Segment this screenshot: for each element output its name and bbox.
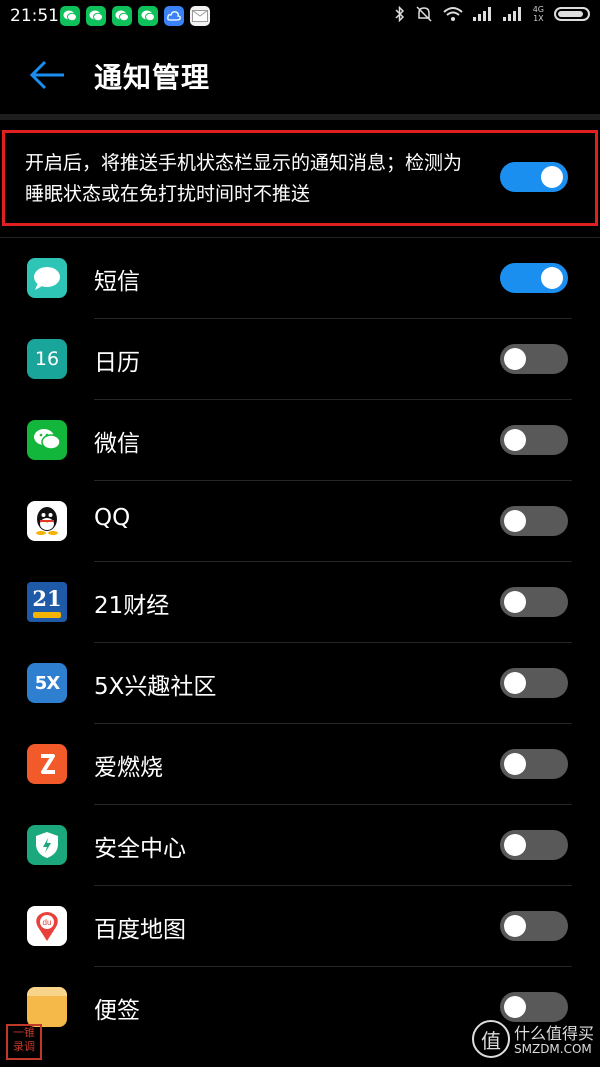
baidu-map-icon: du xyxy=(27,906,67,946)
5x-badge: 5X xyxy=(34,672,60,694)
app-toggle[interactable] xyxy=(500,263,568,293)
back-button[interactable] xyxy=(28,56,68,96)
toggle-knob xyxy=(504,510,526,532)
sim-label: 1X xyxy=(533,14,544,23)
status-time: 21:51 xyxy=(10,6,59,26)
watermark-smzdm: 值 什么值得买 SMZDM.COM xyxy=(472,1018,596,1060)
toggle-knob xyxy=(541,267,563,289)
app-toggle[interactable] xyxy=(500,749,568,779)
toggle-knob xyxy=(504,996,526,1018)
toggle-knob xyxy=(504,591,526,613)
app-toggle[interactable] xyxy=(500,830,568,860)
app-name: 爱燃烧 xyxy=(94,755,163,781)
calendar-badge: 16 xyxy=(34,348,60,370)
smzdm-logo-icon: 值 xyxy=(472,1020,510,1058)
master-toggle[interactable] xyxy=(500,162,568,192)
app-name: QQ xyxy=(94,505,131,531)
app-toggle[interactable] xyxy=(500,506,568,536)
wechat-icon xyxy=(86,6,106,26)
toggle-knob xyxy=(504,672,526,694)
calendar-icon: 16 xyxy=(27,339,67,379)
back-arrow-icon xyxy=(29,60,64,90)
app-toggle[interactable] xyxy=(500,911,568,941)
mute-bell-icon xyxy=(415,5,433,23)
toggle-knob xyxy=(504,834,526,856)
app-name: 5X兴趣社区 xyxy=(94,674,217,700)
toggle-knob xyxy=(504,348,526,370)
list-item-wechat: 微信 xyxy=(0,400,600,481)
app-header: 通知管理 xyxy=(0,34,600,114)
master-description: 开启后，将推送手机状态栏显示的通知消息；检测为睡眠状态或在免打扰时间时不推送 xyxy=(25,152,463,205)
toggle-knob xyxy=(504,915,526,937)
app-name: 安全中心 xyxy=(94,836,186,862)
battery-icon xyxy=(554,7,590,21)
5x-icon: 5X xyxy=(27,663,67,703)
note-icon xyxy=(27,987,67,1027)
cloud-icon xyxy=(164,6,184,26)
watermark-site-name: 什么值得买 xyxy=(514,1024,595,1043)
wechat-icon xyxy=(27,420,67,460)
app-name: 便签 xyxy=(94,998,140,1024)
mail-icon xyxy=(190,6,210,26)
app-toggle[interactable] xyxy=(500,344,568,374)
app-name: 微信 xyxy=(94,431,140,457)
app-toggle[interactable] xyxy=(500,587,568,617)
shield-icon xyxy=(27,825,67,865)
wechat-icon xyxy=(112,6,132,26)
app-name: 21财经 xyxy=(94,593,170,619)
network-label: 4G xyxy=(532,5,544,14)
baidu-map-badge: du xyxy=(43,918,52,927)
note-stripe xyxy=(27,987,67,996)
qq-icon xyxy=(27,501,67,541)
app-name: 百度地图 xyxy=(94,917,186,943)
battery-level xyxy=(558,11,583,17)
header-divider xyxy=(0,114,600,120)
burn-icon xyxy=(27,744,67,784)
app-toggle[interactable] xyxy=(500,668,568,698)
wechat-icon xyxy=(60,6,80,26)
list-item-5x: 5X 5X兴趣社区 xyxy=(0,643,600,724)
list-item-21caijing: 21 21财经 xyxy=(0,562,600,643)
watermark-stamp: 一锥录调 xyxy=(6,1024,42,1060)
watermark-site-url: SMZDM.COM xyxy=(514,1042,592,1056)
network-type: 4G 1X xyxy=(533,5,544,23)
signal-icon xyxy=(472,7,493,21)
toggle-knob xyxy=(504,753,526,775)
page-title: 通知管理 xyxy=(94,61,211,94)
status-bar: 21:51 4G 1X xyxy=(0,0,600,34)
list-item-baidu-map: du 百度地图 xyxy=(0,886,600,967)
notification-icons xyxy=(60,6,210,26)
list-item-sms: 短信 xyxy=(0,238,600,319)
app-name: 日历 xyxy=(94,350,140,376)
21caijing-icon: 21 xyxy=(27,582,67,622)
toggle-knob xyxy=(504,429,526,451)
21caijing-stripe xyxy=(33,612,61,618)
status-indicators: 4G 1X xyxy=(395,5,590,23)
list-item-aiburn: 爱燃烧 xyxy=(0,724,600,805)
app-toggle[interactable] xyxy=(500,425,568,455)
list-item-security: 安全中心 xyxy=(0,805,600,886)
list-item-qq: QQ xyxy=(0,481,600,562)
wechat-icon xyxy=(138,6,158,26)
bluetooth-icon xyxy=(395,6,405,22)
21caijing-badge: 21 xyxy=(32,586,62,611)
list-item-calendar: 16 日历 xyxy=(0,319,600,400)
sms-icon xyxy=(27,258,67,298)
signal-icon xyxy=(502,7,523,21)
app-name: 短信 xyxy=(94,269,140,295)
toggle-knob xyxy=(541,166,563,188)
wifi-icon xyxy=(443,6,463,22)
